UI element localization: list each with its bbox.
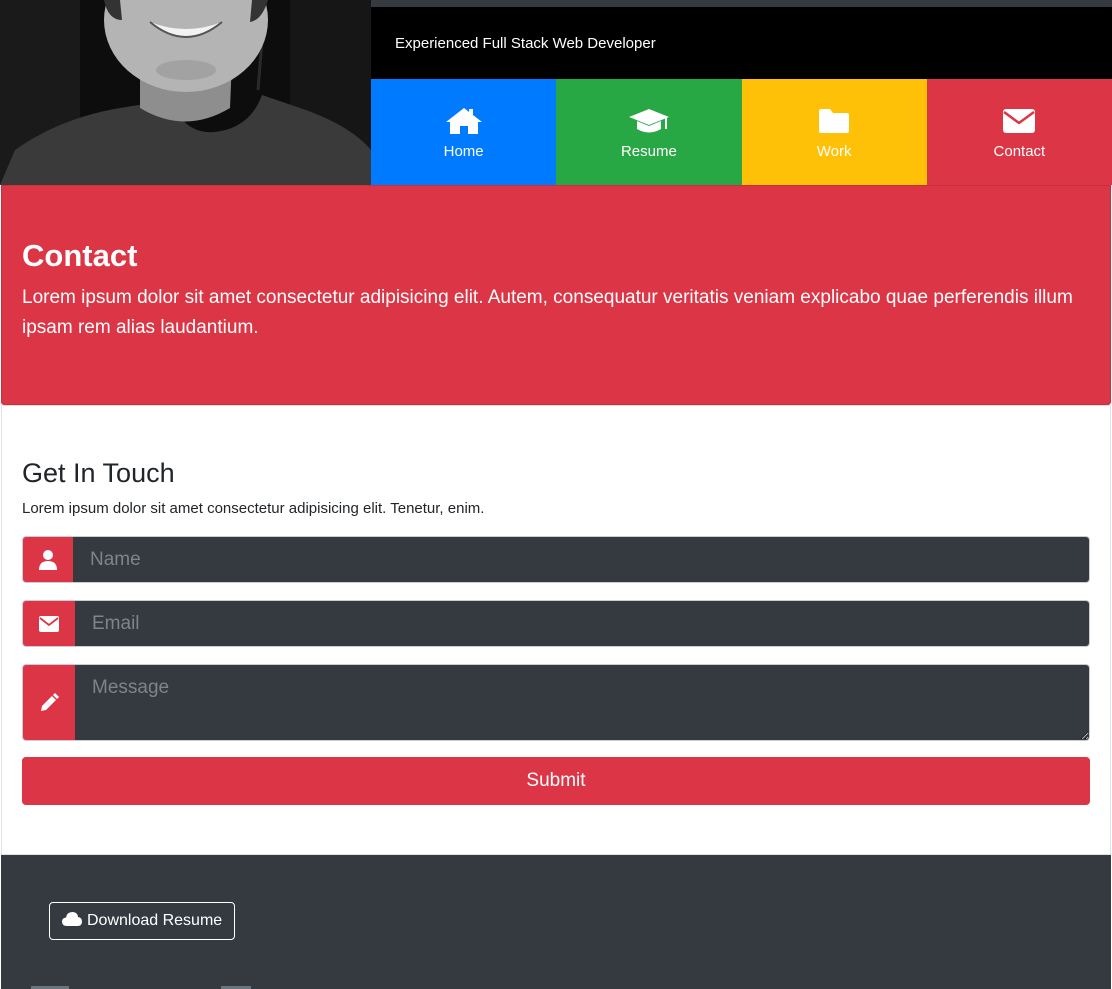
nav-item-label: Work [816,142,852,160]
form-description: Lorem ipsum dolor sit amet consectetur a… [22,500,485,517]
tagline-strip [371,0,1112,7]
nav-item-contact[interactable]: Contact [926,79,1112,185]
nav-item-home[interactable]: Home [371,79,557,185]
tagline-bar: Experienced Full Stack Web Developer [371,0,1112,79]
nav-item-resume[interactable]: Resume [556,79,742,185]
message-textarea[interactable] [75,665,1089,740]
nav-item-work[interactable]: Work [741,79,927,185]
email-input[interactable] [75,601,1089,646]
email-field-group [22,600,1090,647]
banner-description: Lorem ipsum dolor sit amet consectetur a… [22,287,1073,338]
footer: Download Resume [1,855,1111,989]
nav-item-label: Resume [620,142,677,160]
user-icon [23,537,73,582]
message-field-group [22,664,1090,741]
profile-photo [0,0,371,185]
contact-form-card: Get In Touch Lorem ipsum dolor sit amet … [1,405,1111,855]
pencil-icon [23,665,75,740]
name-field-group [22,536,1090,583]
header: Experienced Full Stack Web Developer Hom… [0,0,1112,185]
form-title: Get In Touch [22,458,175,488]
page-title: Contact [22,238,138,273]
envelope-icon [23,601,75,646]
home-icon [445,105,483,137]
tagline: Experienced Full Stack Web Developer [395,35,656,52]
submit-button[interactable]: Submit [22,757,1090,805]
cloud-icon [62,911,82,931]
nav-item-label: Home [443,142,484,160]
folder-icon [817,105,851,137]
main-nav: Home Resume Work Contact [371,79,1112,185]
download-resume-label: Download Resume [87,912,223,929]
name-input[interactable] [73,537,1089,582]
contact-banner: Contact Lorem ipsum dolor sit amet conse… [1,185,1111,405]
graduation-cap-icon [628,105,670,137]
download-resume-button[interactable]: Download Resume [49,902,236,940]
nav-item-label: Contact [993,142,1046,160]
envelope-icon [1002,105,1036,137]
